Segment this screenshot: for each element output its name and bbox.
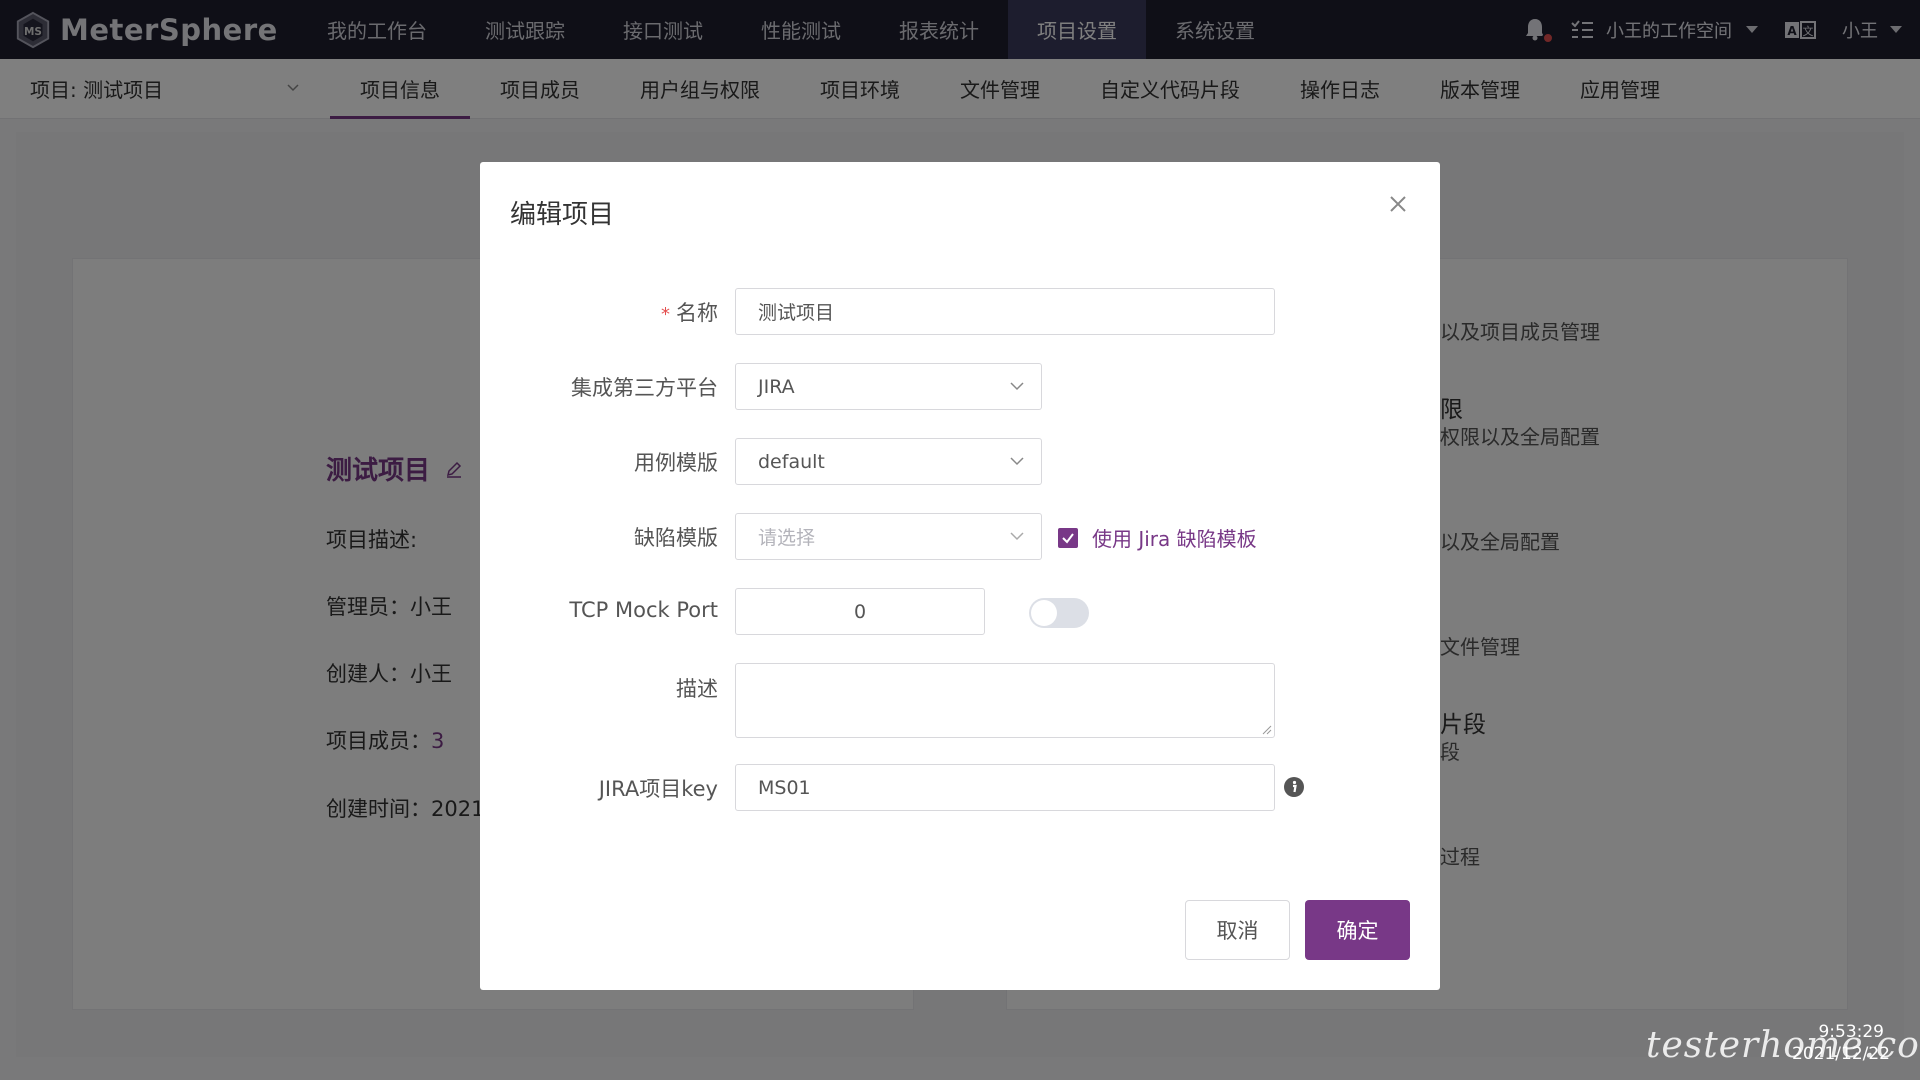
checkbox-checked-icon[interactable] [1058,527,1078,548]
jira-key-input[interactable]: MS01 [735,764,1275,811]
description-textarea[interactable] [735,663,1275,738]
watermark-time: 9:53:29 [1818,1022,1884,1042]
toggle-knob [1031,600,1057,626]
defect-template-select[interactable]: 请选择 [735,513,1042,560]
jira-key-label: JIRA项目key [598,777,718,801]
defect-template-placeholder: 请选择 [758,527,816,549]
edit-project-dialog: 编辑项目 * 名称 测试项目 集成第三方平台 JIRA 用例模版 default … [480,162,1440,990]
platform-label: 集成第三方平台 [571,376,718,400]
chevron-down-icon [1010,457,1024,466]
case-template-label: 用例模版 [634,451,718,475]
name-input[interactable]: 测试项目 [735,288,1275,335]
name-label: * 名称 [661,297,718,327]
confirm-button[interactable]: 确定 [1305,900,1410,960]
resize-grip-icon[interactable] [1260,723,1272,735]
platform-select-value: JIRA [758,375,795,398]
required-asterisk: * [661,304,670,325]
tcp-mock-port-label: TCP Mock Port [569,598,718,622]
chevron-down-icon [1010,382,1024,391]
use-jira-template-label: 使用 Jira 缺陷模板 [1092,527,1257,551]
name-input-value: 测试项目 [758,302,835,324]
dialog-title: 编辑项目 [510,200,615,230]
case-template-select[interactable]: default [735,438,1042,485]
case-template-value: default [758,450,825,473]
close-icon[interactable] [1386,192,1410,216]
info-icon[interactable] [1283,776,1305,798]
platform-select[interactable]: JIRA [735,363,1042,410]
defect-template-label: 缺陷模版 [634,526,718,550]
tcp-mock-toggle[interactable] [1029,598,1089,628]
use-jira-template-checkbox[interactable]: 使用 Jira 缺陷模板 [1058,523,1257,552]
cancel-button[interactable]: 取消 [1185,900,1290,960]
watermark: testerhome.com 9:53:29 2021/12/22 [1646,986,1920,1076]
chevron-down-icon [1010,532,1024,541]
tcp-mock-port-value: 0 [853,600,867,623]
description-label: 描述 [676,677,718,701]
tcp-mock-port-input[interactable]: 0 [735,588,985,635]
watermark-date: 2021/12/22 [1792,1044,1890,1064]
name-label-text: 名称 [676,301,718,325]
jira-key-value: MS01 [758,776,811,799]
